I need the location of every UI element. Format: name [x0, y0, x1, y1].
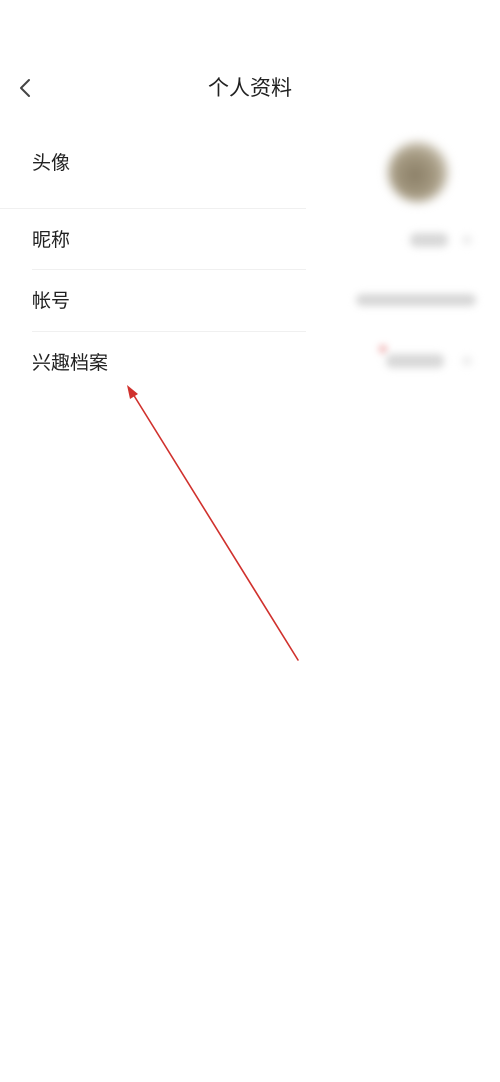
row-label-account: 帐号	[32, 290, 71, 312]
row-label-interest-profile: 兴趣档案	[32, 352, 109, 374]
interest-value-blurred	[386, 354, 444, 368]
red-dot-badge	[380, 346, 386, 352]
row-nickname[interactable]: 昵称	[0, 209, 500, 269]
chevron-left-icon	[20, 79, 30, 97]
header-bar: 个人资料	[0, 56, 500, 120]
page-title: 个人资料	[208, 76, 292, 100]
row-label-nickname: 昵称	[32, 229, 71, 251]
row-interest-profile[interactable]: 兴趣档案	[0, 332, 500, 392]
avatar[interactable]	[388, 142, 448, 202]
nickname-value-blurred	[410, 233, 448, 247]
chevron-right-icon	[462, 356, 472, 366]
account-value-blurred	[356, 294, 476, 306]
row-avatar[interactable]: 头像	[0, 120, 500, 208]
row-label-avatar: 头像	[32, 152, 71, 174]
back-button[interactable]	[10, 72, 42, 104]
chevron-right-icon	[462, 235, 472, 245]
row-account[interactable]: 帐号	[0, 270, 500, 331]
